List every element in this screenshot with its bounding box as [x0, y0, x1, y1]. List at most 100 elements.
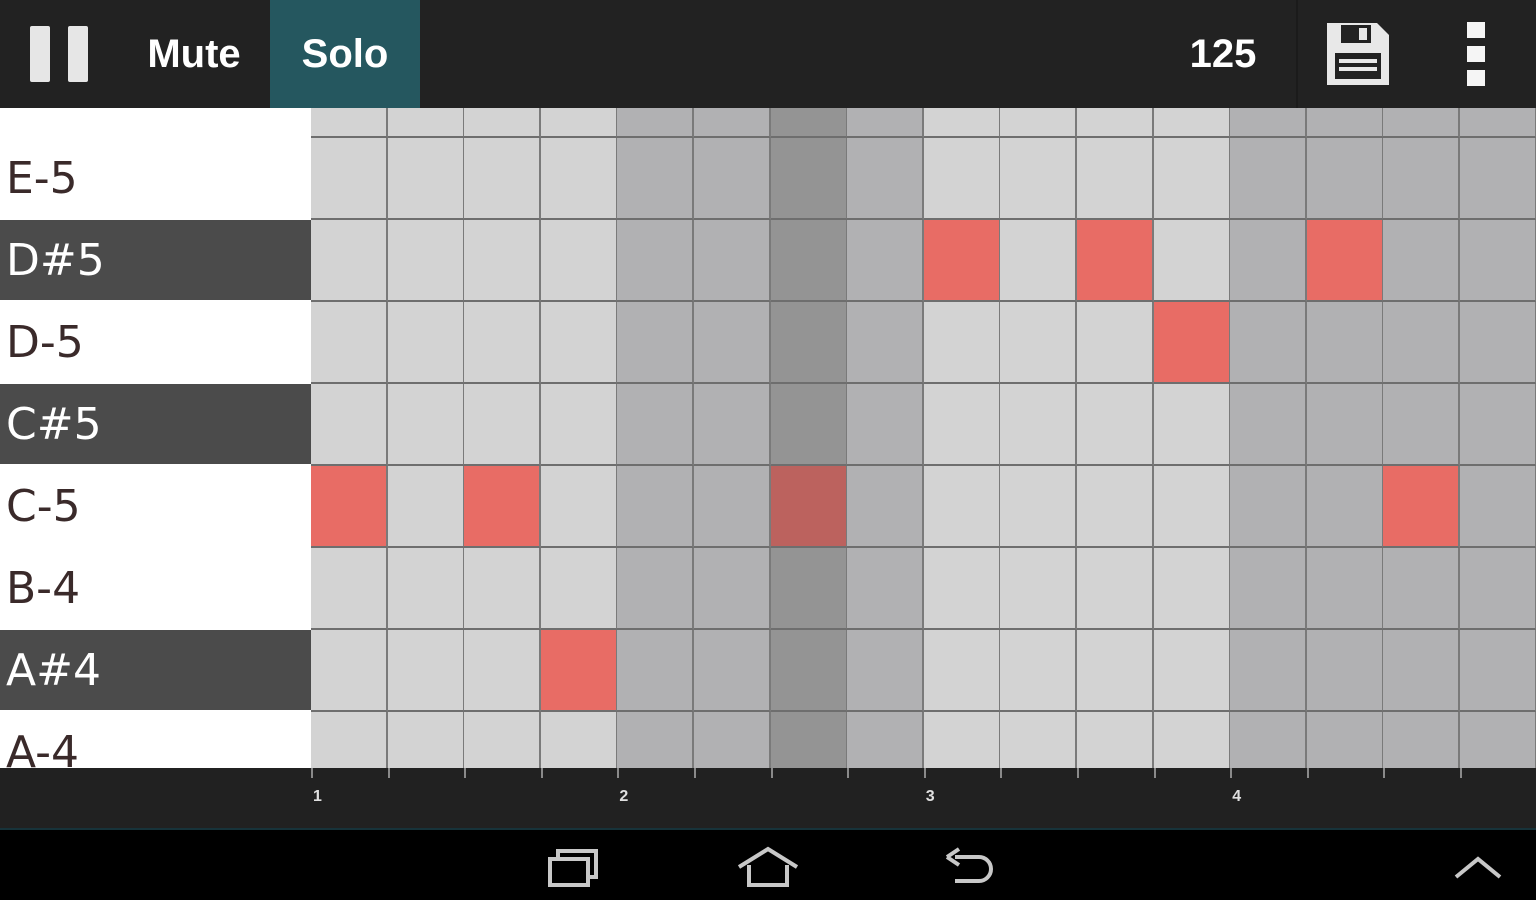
grid-cell[interactable]: [1153, 548, 1231, 630]
grid-cell[interactable]: [540, 138, 618, 220]
grid-cell[interactable]: [1077, 466, 1155, 548]
grid-cell[interactable]: [311, 548, 389, 630]
solo-button[interactable]: Solo: [270, 0, 420, 108]
grid-cell[interactable]: [464, 630, 542, 712]
grid-cell[interactable]: [1000, 384, 1078, 466]
note-label[interactable]: D#5: [0, 220, 311, 300]
tempo-display[interactable]: 125: [1160, 0, 1286, 108]
note-label[interactable]: [0, 108, 311, 138]
grid-cell[interactable]: [387, 630, 465, 712]
grid-cell[interactable]: [464, 712, 542, 768]
grid-cell[interactable]: [694, 630, 772, 712]
timeline-ruler[interactable]: 1 2 3 4: [0, 768, 1536, 830]
active-note-cell[interactable]: [1077, 220, 1155, 302]
grid-cell[interactable]: [1230, 302, 1308, 384]
grid-cell[interactable]: [540, 302, 618, 384]
grid-cell[interactable]: [923, 630, 1001, 712]
grid-cell[interactable]: [1460, 220, 1536, 302]
note-label[interactable]: C-5: [0, 466, 311, 546]
grid-cell[interactable]: [617, 466, 695, 548]
grid-cell[interactable]: [1460, 302, 1536, 384]
grid-cell[interactable]: [1230, 466, 1308, 548]
grid-cell[interactable]: [617, 138, 695, 220]
grid-cell[interactable]: [1460, 384, 1536, 466]
grid-cell[interactable]: [1383, 712, 1461, 768]
grid-cell[interactable]: [617, 712, 695, 768]
grid-cell[interactable]: [694, 220, 772, 302]
grid-cell[interactable]: [694, 384, 772, 466]
grid-cell[interactable]: [311, 302, 389, 384]
grid-cell[interactable]: [1077, 138, 1155, 220]
active-note-cell[interactable]: [311, 466, 389, 548]
grid-cell[interactable]: [617, 384, 695, 466]
back-button[interactable]: [926, 840, 1006, 894]
active-note-cell[interactable]: [923, 220, 1001, 302]
grid-cell[interactable]: [311, 108, 389, 138]
home-button[interactable]: [728, 840, 808, 894]
active-note-cell[interactable]: [1306, 220, 1384, 302]
grid-cell[interactable]: [387, 108, 465, 138]
recent-apps-button[interactable]: [534, 840, 614, 894]
overflow-menu-button[interactable]: [1436, 0, 1516, 108]
grid-cell[interactable]: [1383, 138, 1461, 220]
grid-cell[interactable]: [1383, 220, 1461, 302]
grid-cell[interactable]: [540, 548, 618, 630]
grid-cell[interactable]: [387, 220, 465, 302]
grid-cell[interactable]: [847, 384, 925, 466]
grid-cell[interactable]: [387, 384, 465, 466]
grid-cell[interactable]: [1306, 712, 1384, 768]
grid-cell[interactable]: [464, 138, 542, 220]
grid-cell[interactable]: [1460, 548, 1536, 630]
grid-cell[interactable]: [1000, 466, 1078, 548]
grid-cell[interactable]: [387, 302, 465, 384]
grid-cell[interactable]: [770, 712, 848, 768]
grid-cell[interactable]: [617, 548, 695, 630]
grid-cell[interactable]: [387, 548, 465, 630]
grid-cell[interactable]: [540, 384, 618, 466]
grid-cell[interactable]: [923, 384, 1001, 466]
grid-cell[interactable]: [540, 466, 618, 548]
grid-cell[interactable]: [923, 712, 1001, 768]
grid-cell[interactable]: [770, 384, 848, 466]
grid-cell[interactable]: [847, 220, 925, 302]
grid-cell[interactable]: [387, 466, 465, 548]
active-note-cell[interactable]: [464, 466, 542, 548]
up-button[interactable]: [1438, 840, 1518, 894]
grid-cell[interactable]: [1077, 302, 1155, 384]
grid-cell[interactable]: [1077, 108, 1155, 138]
grid-cell[interactable]: [311, 138, 389, 220]
grid-cell[interactable]: [770, 630, 848, 712]
grid-cell[interactable]: [1153, 108, 1231, 138]
active-note-cell[interactable]: [540, 630, 618, 712]
grid-cell[interactable]: [847, 548, 925, 630]
grid-cell[interactable]: [770, 220, 848, 302]
grid-cell[interactable]: [1000, 108, 1078, 138]
grid-cell[interactable]: [923, 108, 1001, 138]
grid-cell[interactable]: [1306, 466, 1384, 548]
active-note-cell[interactable]: [770, 466, 848, 548]
grid-cell[interactable]: [1460, 108, 1536, 138]
grid-cell[interactable]: [1230, 220, 1308, 302]
grid-cell[interactable]: [617, 302, 695, 384]
grid-cell[interactable]: [1306, 108, 1384, 138]
grid-cell[interactable]: [923, 138, 1001, 220]
grid-cell[interactable]: [1000, 548, 1078, 630]
grid-cell[interactable]: [1460, 466, 1536, 548]
grid-cell[interactable]: [464, 108, 542, 138]
grid-cell[interactable]: [1230, 548, 1308, 630]
grid-cell[interactable]: [1153, 712, 1231, 768]
grid-cell[interactable]: [464, 548, 542, 630]
grid-cell[interactable]: [847, 108, 925, 138]
mute-button[interactable]: Mute: [118, 0, 270, 108]
grid-cell[interactable]: [770, 302, 848, 384]
grid-cell[interactable]: [1230, 712, 1308, 768]
grid-cell[interactable]: [1383, 630, 1461, 712]
grid-cell[interactable]: [464, 302, 542, 384]
note-label[interactable]: A-4: [0, 712, 311, 769]
grid-cell[interactable]: [387, 138, 465, 220]
grid-cell[interactable]: [694, 712, 772, 768]
grid-cell[interactable]: [1230, 384, 1308, 466]
grid-cell[interactable]: [694, 466, 772, 548]
active-note-cell[interactable]: [1383, 466, 1461, 548]
grid-cell[interactable]: [1077, 630, 1155, 712]
